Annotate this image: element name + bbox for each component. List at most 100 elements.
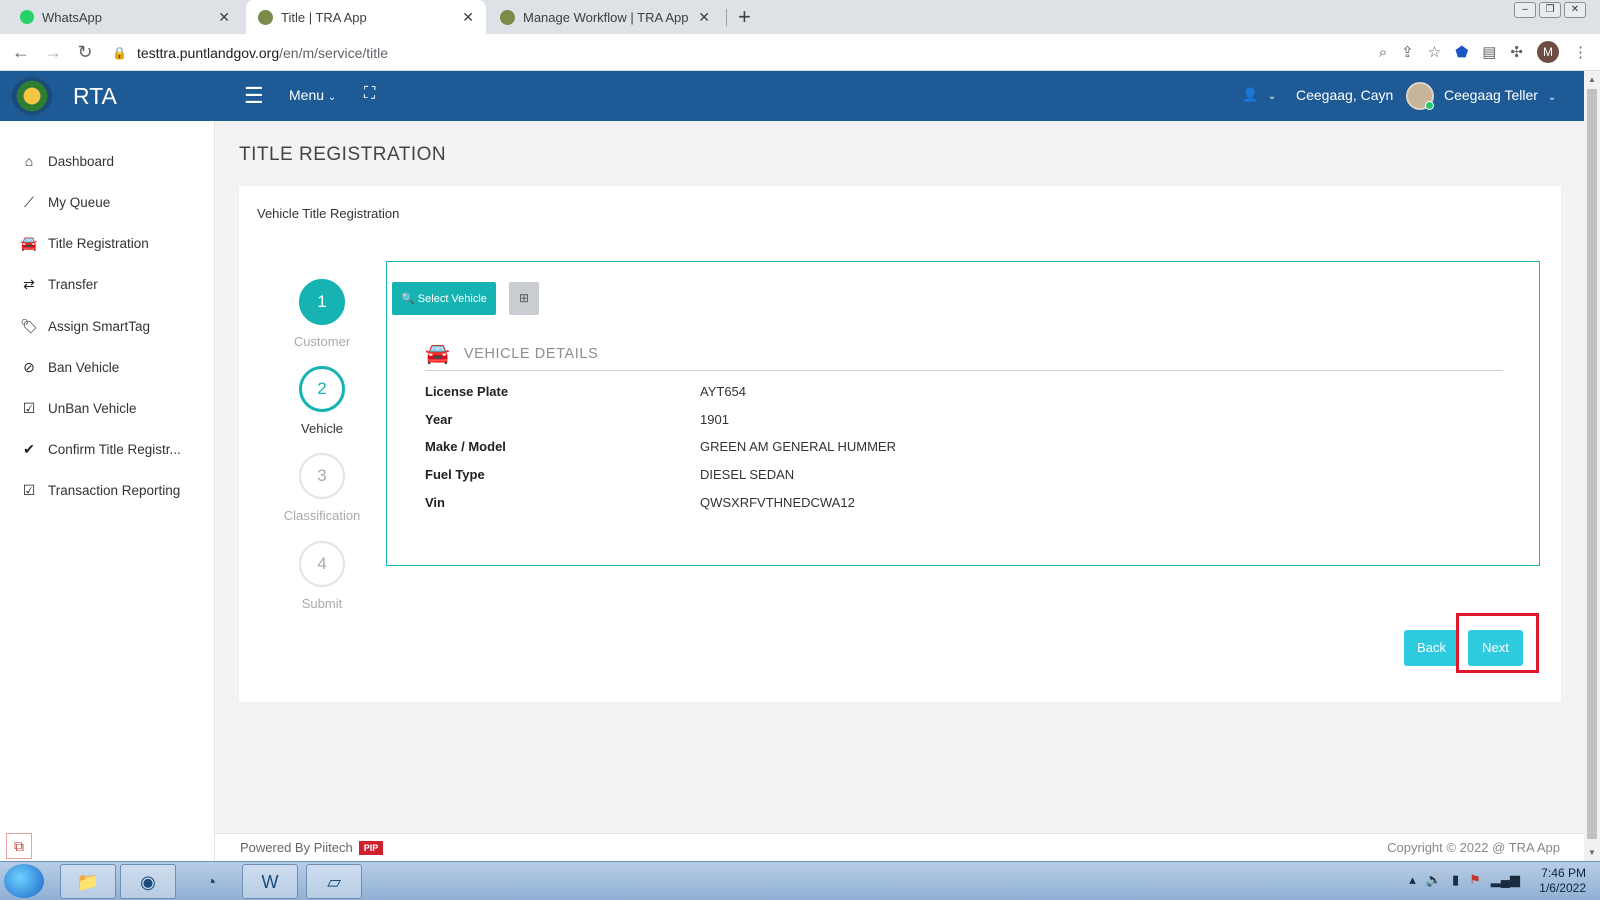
tray-expand-icon[interactable]: ▴ (1409, 872, 1416, 888)
sidebar-item-label: Dashboard (48, 153, 115, 169)
chevron-down-icon: ⌄ (1547, 92, 1557, 103)
step-vehicle[interactable]: 2 Vehicle (272, 366, 372, 436)
user-menu-dropdown[interactable]: 👤 ⌄ (1242, 87, 1276, 103)
minimize-button[interactable]: – (1514, 2, 1536, 18)
ban-icon: ⊘ (23, 359, 35, 375)
sidebar-item-label: Confirm Title Registr... (48, 442, 181, 457)
scroll-up-icon[interactable]: ▲ (1588, 75, 1596, 84)
clock-time: 7:46 PM (1541, 866, 1586, 880)
page-scrollbar[interactable]: ▲ ▼ (1584, 71, 1600, 861)
detail-value: 1901 (700, 412, 729, 427)
share-icon[interactable]: ⇪ (1401, 43, 1414, 61)
tab-title: Manage Workflow | TRA App (523, 9, 689, 25)
piitech-logo[interactable]: PIP (358, 840, 384, 855)
card-title: Vehicle Title Registration (257, 206, 400, 221)
back-arrow-icon[interactable]: ← (9, 40, 33, 64)
vehicle-details-heading: 🚘 VEHICLE DETAILS (425, 337, 1503, 371)
word-icon[interactable]: W (242, 864, 298, 899)
profile-avatar[interactable]: M (1537, 41, 1559, 63)
tab-title: Title | TRA App (281, 9, 367, 25)
avatar[interactable] (1406, 82, 1434, 110)
clock-date: 1/6/2022 (1539, 881, 1586, 895)
sidebar-item-transfer[interactable]: ⇄ Transfer (18, 276, 98, 293)
notepad-icon[interactable]: ▱ (306, 864, 362, 899)
star-icon[interactable]: ☆ (1428, 43, 1441, 61)
powered-by: Powered By Piitech PIP (240, 840, 384, 855)
kebab-menu-icon[interactable]: ⋮ (1573, 43, 1588, 61)
app-header: RTA ☰ Menu ⌄ ⛶ 👤 ⌄ Ceegaag, Cayn Ceegaag… (0, 71, 1584, 121)
laravel-icon[interactable]: ⧉ (6, 833, 32, 859)
home-icon: ⌂ (24, 153, 34, 169)
close-icon[interactable]: ✕ (462, 9, 474, 26)
search-icon: 🔍 (401, 293, 415, 305)
close-icon[interactable]: ✕ (698, 9, 710, 26)
step-customer[interactable]: 1 Customer (272, 279, 372, 349)
rta-logo-icon (500, 9, 515, 25)
zoom-icon[interactable]: ⌕ (1379, 44, 1387, 61)
url-field[interactable]: 🔒 testtra.puntlandgov.org /en/m/service/… (112, 40, 1352, 65)
step-label: Vehicle (301, 421, 343, 436)
chrome-icon[interactable]: ◉ (120, 864, 176, 899)
step-number: 3 (299, 453, 345, 499)
sidebar-item-title-registration[interactable]: 🚘 Title Registration (18, 235, 149, 252)
close-icon[interactable]: ✕ (218, 9, 230, 26)
whatsapp-icon (20, 10, 34, 24)
brand-name[interactable]: RTA (73, 83, 117, 110)
sidebar-item-my-queue[interactable]: ⟋ My Queue (18, 194, 110, 211)
scroll-thumb[interactable] (1587, 89, 1597, 839)
role-dropdown[interactable]: Ceegaag Teller ⌄ (1444, 87, 1556, 103)
sidebar-item-assign-smarttag[interactable]: 🏷 Assign SmartTag (18, 318, 150, 335)
browser-tab-workflow[interactable]: Manage Workflow | TRA App ✕ (488, 0, 722, 34)
signal-icon[interactable]: ▂▄▆ (1491, 872, 1520, 888)
next-button-highlight (1456, 613, 1539, 673)
step-submit[interactable]: 4 Submit (272, 541, 372, 611)
step-number: 4 (299, 541, 345, 587)
sidebar-item-label: My Queue (48, 195, 111, 210)
detail-value: AYT654 (700, 384, 747, 399)
sidebar-item-label: Title Registration (48, 236, 149, 251)
file-explorer-icon[interactable]: 📁 (60, 864, 116, 899)
network-error-icon[interactable]: ⚑ (1469, 872, 1481, 888)
rta-logo-icon[interactable] (12, 77, 52, 115)
plus-square-icon: ⊞ (518, 291, 530, 305)
forward-arrow-icon[interactable]: → (41, 40, 65, 64)
battery-icon[interactable]: ▮ (1452, 872, 1459, 888)
sidebar-item-confirm-title-registration[interactable]: ✔ Confirm Title Registr... (18, 441, 181, 458)
sidebar-item-label: Transfer (48, 277, 98, 292)
menu-dropdown[interactable]: Menu ⌄ (289, 87, 336, 103)
detail-key: Fuel Type (425, 467, 485, 482)
volume-icon[interactable]: 🔊 (1426, 872, 1442, 888)
step-number: 1 (299, 279, 345, 325)
add-vehicle-button[interactable]: ⊞ (509, 282, 539, 315)
fullscreen-icon[interactable]: ⛶ (364, 85, 375, 103)
new-tab-button[interactable]: + (738, 4, 751, 30)
scroll-down-icon[interactable]: ▼ (1588, 848, 1596, 857)
edge-icon[interactable]: ◔ (183, 864, 239, 899)
extension-shield-icon[interactable]: ⬟ (1455, 43, 1468, 61)
section-heading: VEHICLE DETAILS (463, 345, 599, 362)
tags-icon: 🏷 (20, 318, 38, 334)
clock[interactable]: 7:46 PM 1/6/2022 (1539, 866, 1586, 896)
browser-toolbar: ⌕ ⇪ ☆ ⬟ ▤ ✣ M ⋮ (1365, 41, 1588, 63)
sidebar-item-ban-vehicle[interactable]: ⊘ Ban Vehicle (18, 359, 119, 376)
sidebar-item-dashboard[interactable]: ⌂ Dashboard (18, 153, 114, 169)
restore-button[interactable]: ❐ (1539, 2, 1561, 18)
sidebar-item-label: Assign SmartTag (48, 319, 151, 334)
close-window-button[interactable]: ✕ (1564, 2, 1586, 18)
role-label: Ceegaag Teller (1444, 87, 1538, 103)
reload-icon[interactable]: ↻ (73, 40, 97, 64)
detail-value: DIESEL SEDAN (700, 467, 795, 482)
hamburger-icon[interactable]: ☰ (244, 83, 264, 109)
system-tray: ▴ 🔊 ▮ ⚑ ▂▄▆ (1399, 872, 1520, 888)
windows-start-icon[interactable] (4, 864, 44, 898)
clipboard-icon[interactable]: ▤ (1482, 43, 1496, 61)
sidebar-item-unban-vehicle[interactable]: ☑ UnBan Vehicle (18, 400, 137, 417)
sidebar-item-transaction-reporting[interactable]: ☑ Transaction Reporting (18, 482, 181, 499)
select-vehicle-button[interactable]: 🔍 Select Vehicle (392, 282, 496, 315)
browser-tab-whatsapp[interactable]: WhatsApp ✕ (8, 0, 242, 34)
back-button[interactable]: Back (1404, 630, 1459, 666)
puzzle-icon[interactable]: ✣ (1510, 43, 1523, 61)
copyright: Copyright © 2022 @ TRA App (1387, 840, 1560, 855)
step-classification[interactable]: 3 Classification (272, 453, 372, 523)
browser-tab-title[interactable]: Title | TRA App ✕ (246, 0, 486, 34)
